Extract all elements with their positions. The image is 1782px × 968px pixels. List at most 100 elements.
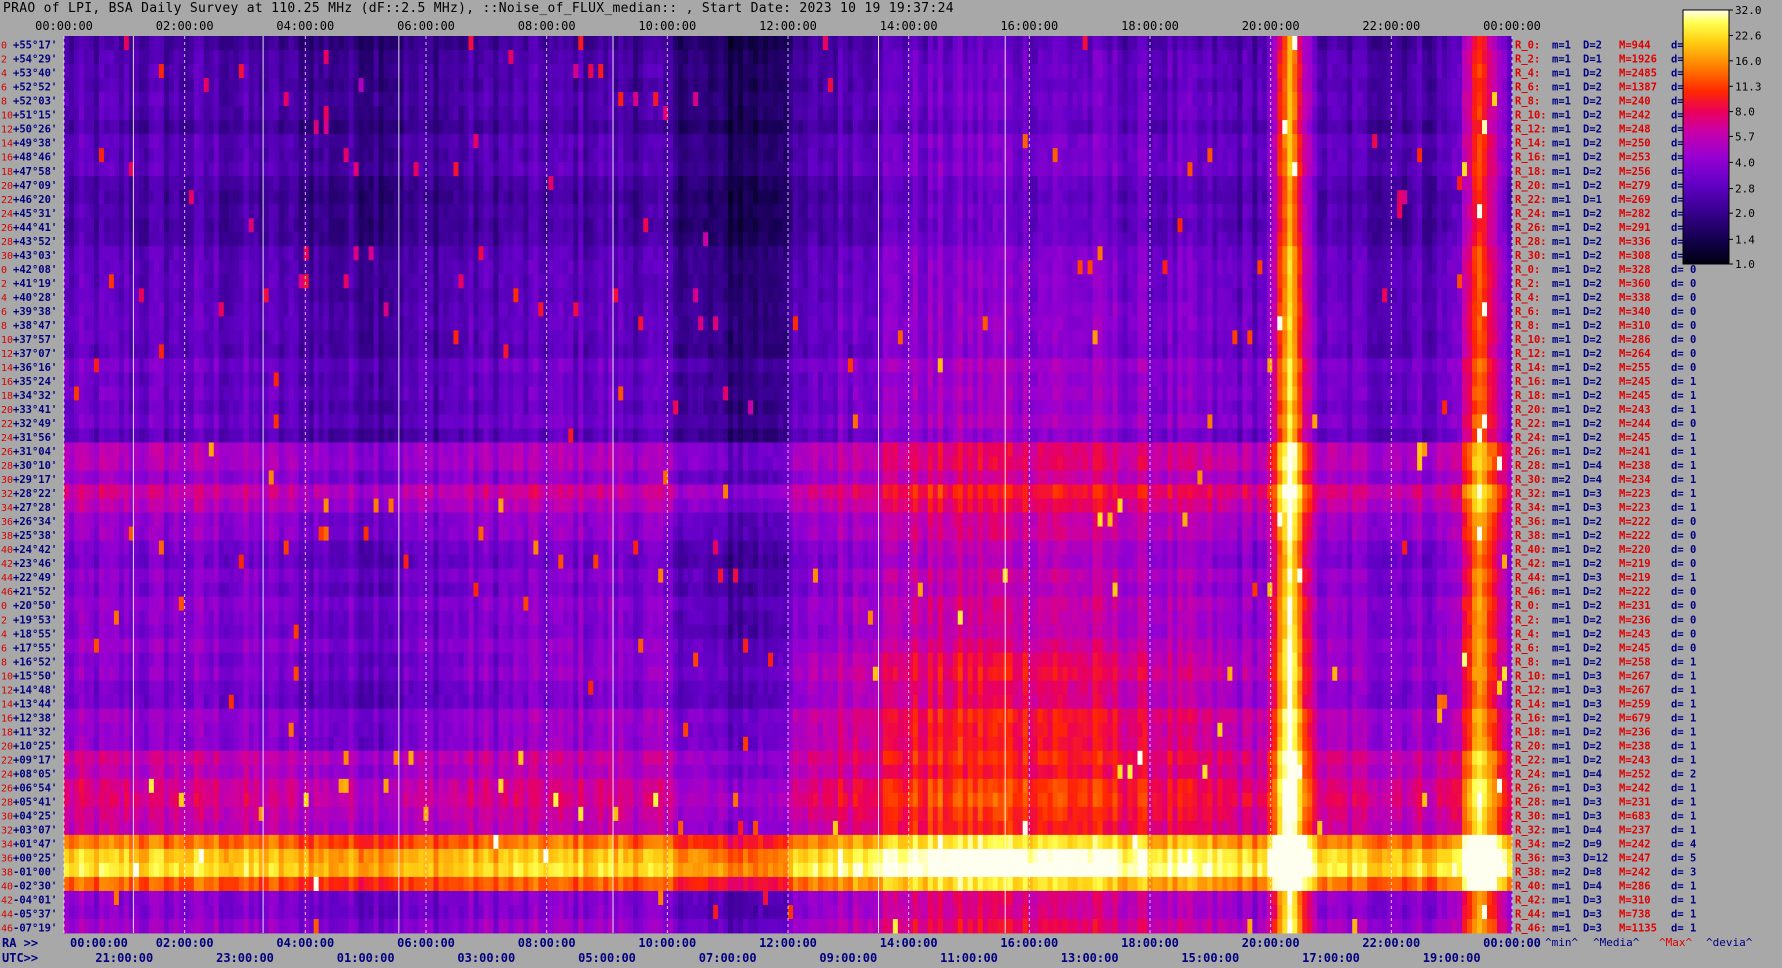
heatmap-cell [967, 64, 974, 79]
heatmap-cell [563, 92, 569, 107]
heatmap-cell [368, 148, 374, 163]
heatmap-cell [158, 50, 165, 65]
heatmap-cell [723, 92, 729, 107]
heatmap-cell [1047, 134, 1054, 149]
heatmap-cell [847, 260, 854, 275]
heatmap-cell [753, 36, 759, 51]
heatmap-cell [168, 148, 175, 163]
heatmap-cell [383, 260, 389, 275]
heatmap-cell [1477, 246, 1483, 261]
heatmap-cell [273, 64, 280, 79]
heatmap-cell [887, 218, 894, 233]
heatmap-cell [698, 148, 704, 163]
heatmap-cell [822, 78, 829, 93]
heatmap-cell [927, 218, 934, 233]
heatmap-cell [358, 260, 364, 275]
heatmap-cell [977, 176, 984, 191]
heatmap-cell [807, 176, 814, 191]
heatmap-cell [1377, 162, 1383, 177]
heatmap-cell [1502, 120, 1508, 135]
heatmap-cell [643, 50, 649, 65]
heatmap-cell [773, 232, 779, 247]
heatmap-cell [198, 50, 205, 65]
heatmap-cell [912, 120, 919, 135]
heatmap-cell [68, 260, 75, 275]
heatmap-cell [313, 260, 320, 275]
heatmap-cell [768, 64, 774, 79]
heatmap-cell [448, 106, 454, 121]
heatmap-cell [488, 64, 494, 79]
heatmap-cell [1162, 260, 1168, 275]
heatmap-cell [543, 246, 549, 261]
heatmap-cell [1167, 218, 1173, 233]
heatmap-cell [403, 92, 409, 107]
heatmap-cell [987, 134, 994, 149]
heatmap-cell [1492, 176, 1498, 191]
heatmap-cell [478, 50, 484, 65]
heatmap-cell [283, 232, 290, 247]
heatmap-cell [992, 148, 999, 163]
heatmap-cell [927, 246, 934, 261]
heatmap-cell [1222, 106, 1228, 121]
heatmap-cell [1077, 232, 1083, 247]
heatmap-cell [1287, 106, 1293, 121]
heatmap-cell [887, 78, 894, 93]
heatmap-cell [1417, 36, 1423, 51]
heatmap-cell [897, 232, 904, 247]
heatmap-cell [847, 162, 854, 177]
heatmap-cell [967, 148, 974, 163]
heatmap-cell [1192, 120, 1198, 135]
heatmap-cell [538, 260, 544, 275]
heatmap-cell [448, 218, 454, 233]
heatmap-cell [1332, 92, 1338, 107]
heatmap-cell [1377, 50, 1383, 65]
heatmap-cell [723, 64, 729, 79]
heatmap-cell [303, 204, 310, 219]
heatmap-cell [992, 50, 999, 65]
heatmap-cell [1307, 134, 1313, 149]
heatmap-cell [1192, 162, 1198, 177]
heatmap-cell [887, 106, 894, 121]
heatmap-cell [143, 162, 150, 177]
top-axis-tick-label: 02:00:00 [156, 19, 214, 33]
heatmap-cell [348, 218, 354, 233]
heatmap-cell [862, 260, 869, 275]
heatmap-cell [827, 190, 834, 205]
heatmap-cell [133, 176, 140, 191]
heatmap-cell [912, 78, 919, 93]
heatmap-cell [733, 162, 739, 177]
heatmap-cell [233, 36, 240, 51]
heatmap-cell [1057, 36, 1064, 51]
heatmap-cell [1312, 190, 1318, 205]
heatmap-cell [318, 204, 325, 219]
heatmap-cell [528, 190, 534, 205]
heatmap-cell [1222, 246, 1228, 261]
heatmap-cell [498, 92, 504, 107]
heatmap-cell [1397, 50, 1403, 65]
heatmap-cell [902, 64, 909, 79]
heatmap-cell [588, 218, 594, 233]
heatmap-cell [113, 274, 120, 289]
heatmap-cell [1282, 162, 1288, 177]
heatmap-cell [922, 36, 929, 51]
heatmap-cell [1352, 260, 1358, 275]
heatmap-cell [817, 232, 824, 247]
heatmap-cell [363, 106, 369, 121]
heatmap-cell [98, 36, 105, 51]
heatmap-cell [1177, 204, 1183, 219]
heatmap-cell [83, 36, 90, 51]
heatmap-cell [233, 134, 240, 149]
heatmap-cell [1232, 36, 1238, 51]
heatmap-cell [827, 246, 834, 261]
heatmap-cell [433, 148, 439, 163]
heatmap-cell [268, 162, 275, 177]
heatmap-cell [1032, 120, 1039, 135]
heatmap-cell [1017, 148, 1024, 163]
heatmap-cell [932, 190, 939, 205]
heatmap-cell [388, 204, 394, 219]
heatmap-cell [78, 162, 85, 177]
heatmap-cell [533, 64, 539, 79]
heatmap-cell [238, 260, 245, 275]
heatmap-cell [518, 120, 524, 135]
heatmap-cell [1297, 36, 1303, 51]
